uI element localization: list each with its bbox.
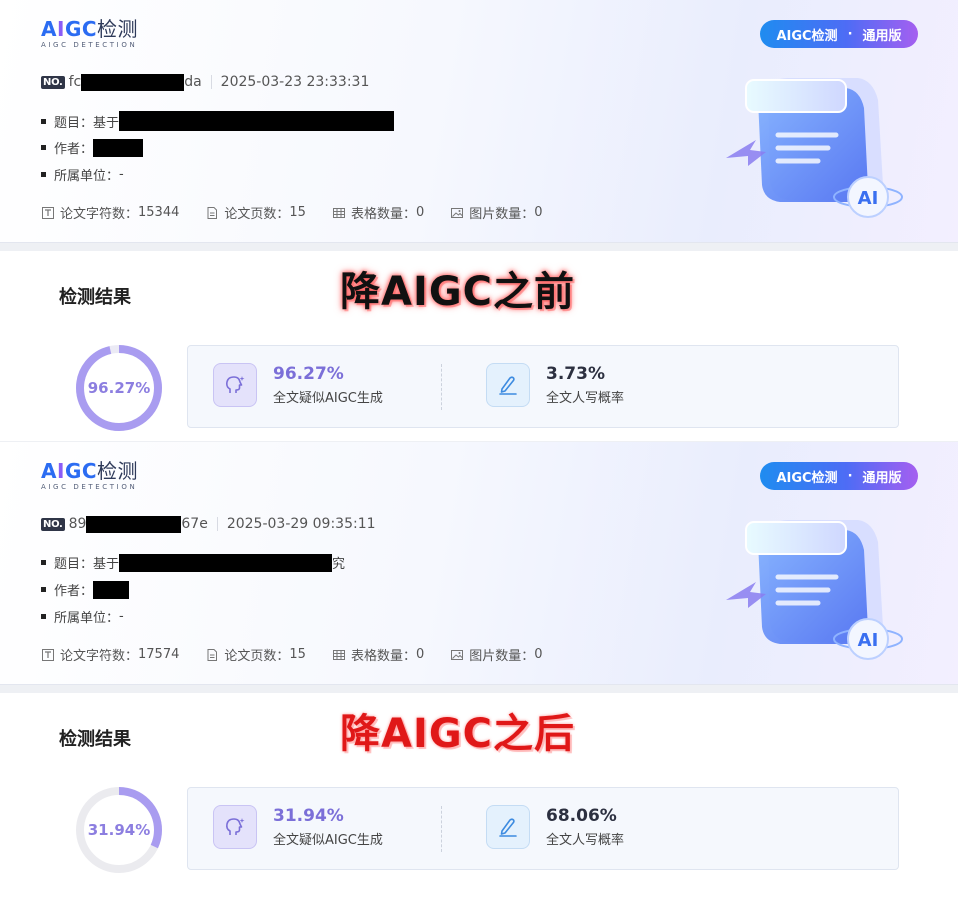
ai-document-illustration: AI — [726, 520, 903, 660]
stat-chars: 论文字符数： 17574 — [41, 645, 179, 664]
human-value: 68.06% — [546, 806, 617, 826]
ai-head-icon — [213, 363, 257, 407]
stat-images: 图片数量： 0 — [450, 645, 543, 664]
probability-panel: 96.27% 全文疑似AIGC生成 3.73% 全文人写概率 — [187, 345, 899, 428]
bullet — [41, 145, 46, 150]
bullet — [41, 172, 46, 177]
stat-images: 图片数量： 0 — [450, 203, 543, 222]
title-label: 题目： — [54, 115, 94, 131]
stat-pages: 论文页数： 15 — [205, 645, 306, 664]
text-count-icon — [42, 206, 54, 219]
dashed-divider — [441, 364, 442, 410]
human-label: 全文人写概率 — [546, 391, 625, 406]
no-tag: NO. — [41, 517, 65, 531]
report-id-suffix: 67e — [181, 516, 208, 532]
stat-chars: 论文字符数： 15344 — [41, 203, 179, 222]
report-number-row: NO. 89 67e 2025-03-29 09:35:11 — [41, 514, 376, 534]
report-id-prefix: fc — [68, 74, 82, 90]
author-row: 作者： — [41, 580, 130, 599]
report-id-prefix: 89 — [68, 516, 87, 532]
redaction-bar — [86, 515, 182, 533]
ai-document-illustration: AI — [726, 78, 903, 218]
redaction-bar — [119, 111, 395, 131]
divider — [216, 517, 218, 531]
image-icon — [451, 207, 464, 218]
paper-stats: 论文字符数： 17574 论文页数： 15 表格数量： 0 图片数量： 0 — [41, 645, 569, 664]
pen-icon — [486, 805, 530, 849]
aigc-value: 96.27% — [273, 364, 344, 384]
image-icon — [451, 649, 464, 660]
org-label: 所属单位： — [54, 169, 120, 184]
stat-tables: 表格数量： 0 — [332, 645, 424, 664]
aigc-metric: 96.27% 全文疑似AIGC生成 — [213, 363, 383, 407]
human-value: 3.73% — [546, 364, 605, 384]
ring-percent: 96.27% — [87, 379, 151, 397]
divider — [210, 75, 212, 89]
detection-result: 检测结果 降AIGC之后 31.94% 31.94% 全文疑似AIGC生成 68… — [0, 693, 958, 900]
version-badge: AIGC检测 · 通用版 — [760, 20, 918, 48]
redaction-bar — [81, 73, 185, 91]
redaction-bar — [93, 580, 130, 599]
svg-text:AI: AI — [858, 630, 879, 651]
version-badge: AIGC检测 · 通用版 — [760, 462, 918, 490]
redaction-bar — [93, 138, 144, 157]
author-label: 作者： — [54, 142, 94, 157]
title-prefix: 基于 — [93, 557, 120, 572]
report-id-suffix: da — [184, 74, 202, 90]
report-header: AIGC检测 AIGC DETECTION AIGC检测 · 通用版 NO. 89 … — [0, 442, 958, 685]
report-header: AIGC检测 AIGC DETECTION AIGC检测 · 通用版 NO. fc … — [0, 0, 958, 243]
bullet — [41, 614, 46, 619]
human-metric: 3.73% 全文人写概率 — [486, 363, 624, 407]
bullet — [41, 587, 46, 592]
page-icon — [207, 206, 218, 219]
org-row: 所属单位： - — [41, 607, 124, 626]
pen-icon — [486, 363, 530, 407]
overlay-label: 降AIGC之后 — [340, 711, 576, 757]
human-metric: 68.06% 全文人写概率 — [486, 805, 624, 849]
probability-panel: 31.94% 全文疑似AIGC生成 68.06% 全文人写概率 — [187, 787, 899, 870]
table-icon — [332, 649, 345, 660]
aigc-label: 全文疑似AIGC生成 — [273, 391, 383, 406]
table-icon — [332, 207, 345, 218]
page-icon — [207, 648, 218, 661]
aigc-ring-chart: 96.27% — [74, 343, 164, 433]
text-count-icon — [42, 648, 54, 661]
result-title: 检测结果 — [59, 729, 131, 750]
report-datetime: 2025-03-29 09:35:11 — [226, 516, 376, 532]
author-label: 作者： — [54, 584, 94, 599]
ai-head-icon — [213, 805, 257, 849]
report-number-row: NO. fc da 2025-03-23 23:33:31 — [41, 72, 369, 92]
aigc-logo: AIGC检测 AIGC DETECTION — [41, 17, 139, 49]
aigc-logo: AIGC检测 AIGC DETECTION — [41, 459, 139, 491]
dashed-divider — [441, 806, 442, 852]
aigc-metric: 31.94% 全文疑似AIGC生成 — [213, 805, 383, 849]
redaction-bar — [119, 553, 333, 572]
stat-pages: 论文页数： 15 — [205, 203, 306, 222]
no-tag: NO. — [41, 75, 65, 89]
bullet — [41, 560, 46, 565]
title-label: 题目： — [54, 557, 94, 572]
author-row: 作者： — [41, 138, 144, 157]
result-title: 检测结果 — [59, 287, 131, 308]
aigc-label: 全文疑似AIGC生成 — [273, 833, 383, 848]
stat-tables: 表格数量： 0 — [332, 203, 424, 222]
ring-percent: 31.94% — [87, 821, 151, 839]
org-value: - — [119, 609, 124, 624]
org-value: - — [119, 167, 124, 182]
title-prefix: 基于 — [93, 115, 120, 131]
bullet — [41, 118, 46, 124]
detection-result: 检测结果 降AIGC之前 96.27% 96.27% 全文疑似AIGC生成 3.… — [0, 251, 958, 441]
title-row: 题目： 基于 — [41, 111, 395, 131]
aigc-ring-chart: 31.94% — [74, 785, 164, 875]
aigc-value: 31.94% — [273, 806, 344, 826]
human-label: 全文人写概率 — [546, 833, 625, 848]
svg-text:AI: AI — [858, 188, 879, 209]
title-row: 题目： 基于 究 — [41, 553, 345, 572]
overlay-label: 降AIGC之前 — [340, 269, 576, 315]
paper-stats: 论文字符数： 15344 论文页数： 15 表格数量： 0 图片数量： 0 — [41, 203, 569, 222]
org-label: 所属单位： — [54, 611, 120, 626]
org-row: 所属单位： - — [41, 165, 124, 184]
title-suffix: 究 — [332, 557, 346, 572]
report-datetime: 2025-03-23 23:33:31 — [220, 74, 370, 90]
